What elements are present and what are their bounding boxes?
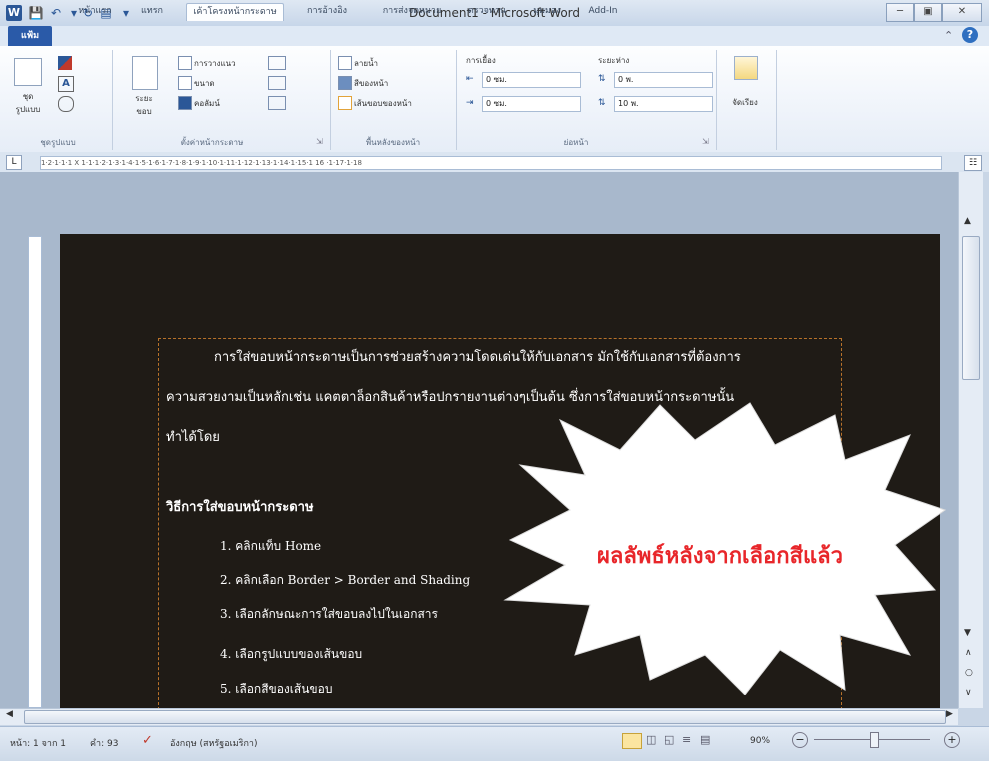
tab-mailings[interactable]: การส่งจดหมาย [372,3,452,20]
zoom-in-icon[interactable]: + [944,732,960,748]
scroll-up-icon[interactable]: ▲ [964,216,971,226]
columns-button[interactable]: คอลัมน์ [194,97,220,110]
spacing-before-input[interactable]: 0 พ. [614,72,713,88]
indent-title: การเยื้อง [466,56,496,65]
page-setup-launcher-icon[interactable]: ⇲ [316,137,323,146]
list-item: 1. คลิกแท็บ Home [220,539,322,553]
page-borders-button[interactable]: เส้นขอบของหน้า [354,97,412,110]
print-layout-view-icon[interactable] [622,733,642,749]
page-count-status[interactable]: หน้า: 1 จาก 1 [10,736,66,750]
help-icon[interactable]: ? [962,27,978,43]
language-status[interactable]: อังกฤษ (สหรัฐอเมริกา) [170,736,258,750]
scroll-left-icon[interactable]: ◀ [6,709,13,719]
tab-add-in[interactable]: Add-In [580,3,626,20]
watermark-icon [338,56,352,70]
zoom-level[interactable]: 90% [750,736,770,746]
page-borders-icon [338,96,352,110]
callout-text: ผลลัพธ์หลังจากเลือกสีแล้ว [596,544,844,569]
close-button[interactable]: ✕ [942,3,982,22]
indent-left-icon: ⇤ [466,74,474,84]
page-color-button[interactable]: สีของหน้า [354,77,388,90]
next-page-icon[interactable]: ∨ [965,688,972,698]
minimize-ribbon-icon[interactable]: ⌃ [944,29,953,42]
spacing-after-input[interactable]: 10 พ. [614,96,713,112]
watermark-button[interactable]: ลายน้ำ [354,57,378,70]
scroll-down-icon[interactable]: ▼ [964,628,971,638]
margins-icon[interactable] [132,56,158,90]
themes-icon[interactable] [14,58,42,86]
paragraph-group-label: ย่อหน้า [563,138,589,147]
draft-view-icon[interactable]: ▤ [700,733,710,746]
themes-button-label[interactable]: ชุด รูปแบบ [8,90,48,116]
section-heading: วิธีการใส่ขอบหน้ากระดาษ [166,500,314,515]
list-item: 5. เลือกสีของเส้นขอบ [220,682,333,696]
columns-icon [178,96,192,110]
page-setup-group-label: ตั้งค่าหน้ากระดาษ [180,138,244,147]
select-browse-object-icon[interactable]: ○ [965,668,973,678]
tab-home[interactable]: หน้าแรก [70,3,120,20]
breaks-icon[interactable] [268,56,286,70]
minimize-button[interactable]: ─ [886,3,914,22]
theme-colors-icon[interactable] [58,56,72,70]
line-numbers-icon[interactable] [268,76,286,90]
list-item: 2. คลิกเลือก Border > Border and Shading [220,573,471,587]
paragraph-launcher-icon[interactable]: ⇲ [702,137,709,146]
spacing-title: ระยะห่าง [598,56,630,65]
theme-effects-icon[interactable] [58,96,74,112]
maximize-button[interactable]: ▣ [914,3,942,22]
indent-left-input[interactable]: 0 ซม. [482,72,581,88]
page-color-icon [338,76,352,90]
theme-fonts-icon[interactable]: A [58,76,74,92]
zoom-slider-thumb[interactable] [870,732,879,748]
horizontal-scroll-thumb[interactable] [24,710,946,724]
tab-selector-icon[interactable]: L [6,155,22,170]
list-item: 4. เลือกรูปแบบของเส้นขอบ [220,647,363,661]
arrange-button[interactable]: จัดเรียง [724,96,766,109]
hyphenation-icon[interactable] [268,96,286,110]
spacing-before-icon: ⇅ [598,74,606,84]
scroll-right-icon[interactable]: ▶ [946,709,953,719]
margins-button[interactable]: ระยะ ขอบ [124,92,164,118]
indent-right-input[interactable]: 0 ซม. [482,96,581,112]
size-button[interactable]: ขนาด [194,77,215,90]
tab-references[interactable]: การอ้างอิง [292,3,362,20]
paragraph-line-1: การใส่ขอบหน้ากระดาษเป็นการช่วยสร้างความโ… [214,350,741,365]
view-ruler-icon[interactable]: ☷ [964,155,982,171]
paragraph-line-3: ทำได้โดย [166,430,220,445]
outline-view-icon[interactable]: ≡ [682,733,691,746]
spacing-after-icon: ⇅ [598,98,606,108]
arrange-icon[interactable] [734,56,758,80]
orientation-icon [178,56,192,70]
web-layout-icon[interactable]: ◱ [664,733,674,746]
tab-review[interactable]: ตรวจทาน [460,3,514,20]
page-background-group-label: พื้นหลังของหน้า [365,138,421,147]
proofing-icon[interactable]: ✓ [142,733,153,748]
tab-view[interactable]: มุมมอง [524,3,570,20]
word-count-status[interactable]: คำ: 93 [90,736,118,750]
themes-group-label: ชุดรูปแบบ [40,138,76,147]
vertical-ruler[interactable] [28,236,42,708]
ribbon-tabs [0,26,989,46]
size-icon [178,76,192,90]
orientation-button[interactable]: การวางแนว [194,57,236,70]
previous-page-icon[interactable]: ∧ [965,648,972,658]
tab-insert[interactable]: แทรก [132,3,172,20]
tab-page-layout[interactable]: เค้าโครงหน้ากระดาษ [186,3,284,21]
indent-right-icon: ⇥ [466,98,474,108]
tab-file[interactable]: แฟ้ม [8,26,52,46]
horizontal-ruler[interactable]: 1·2·1·1·1 X 1·1·1·2·1·3·1·4·1·5·1·6·1·7·… [40,156,942,170]
list-item: 3. เลือกลักษณะการใส่ขอบลงไปในเอกสาร [220,607,438,621]
full-screen-reading-icon[interactable]: ◫ [646,733,656,746]
zoom-out-icon[interactable]: − [792,732,808,748]
vertical-scroll-thumb[interactable] [962,236,980,380]
